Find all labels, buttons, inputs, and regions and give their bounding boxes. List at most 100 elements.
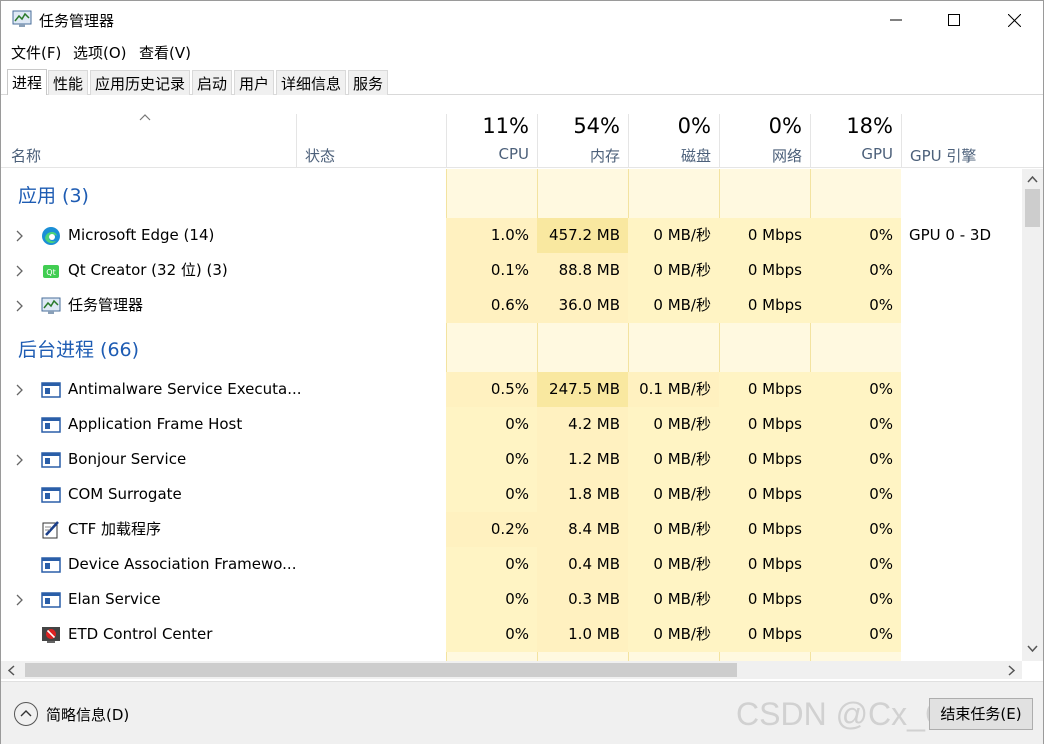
tab-app-history[interactable]: 应用历史记录	[90, 70, 191, 95]
process-row[interactable]: CTF 加载程序 0.2% 8.4 MB 0 MB/秒 0 Mbps 0%	[1, 512, 1021, 547]
scroll-right-icon[interactable]	[1008, 665, 1016, 676]
scroll-left-icon[interactable]	[7, 665, 15, 676]
task-manager-window: 任务管理器 文件(F) 选项(O) 查看(V) 进程 性能 应用历史记录 启动 …	[0, 0, 1044, 744]
cell-gpu: 0%	[810, 407, 901, 442]
cell-cpu: 0.6%	[446, 288, 537, 323]
cell-mem: 0.3 MB	[537, 582, 628, 617]
scroll-up-icon[interactable]	[1027, 175, 1038, 183]
header-gpu-engine[interactable]: GPU 引擎	[901, 114, 1022, 168]
cell-disk: 0 MB/秒	[628, 617, 719, 652]
column-header: 名称 状态 11% CPU 54% 内存 0% 磁盘 0% 网络 18% GPU…	[1, 96, 1043, 168]
cell-cpu: 0%	[446, 547, 537, 582]
fewer-details-label[interactable]: 简略信息(D)	[46, 704, 129, 725]
tab-performance[interactable]: 性能	[48, 70, 89, 95]
cell-net: 0 Mbps	[719, 477, 810, 512]
chevron-right-icon[interactable]	[14, 594, 24, 606]
ctf-pen-icon	[42, 521, 59, 539]
cell-gpu: 0%	[810, 442, 901, 477]
header-cpu[interactable]: 11% CPU	[446, 114, 537, 168]
process-name: Antimalware Service Executa...	[68, 380, 302, 398]
tab-users[interactable]: 用户	[234, 70, 275, 95]
tab-strip: 进程 性能 应用历史记录 启动 用户 详细信息 服务	[1, 69, 1043, 95]
group-header-background[interactable]: 后台进程 (66)	[1, 333, 1021, 368]
chevron-right-icon[interactable]	[14, 265, 24, 277]
cell-mem: 457.2 MB	[537, 218, 628, 253]
chevron-right-icon[interactable]	[14, 300, 24, 312]
tab-details[interactable]: 详细信息	[276, 70, 347, 95]
cell-gpu: 0%	[810, 477, 901, 512]
cell-disk: 0 MB/秒	[628, 407, 719, 442]
fewer-details-button[interactable]	[14, 702, 38, 726]
process-list: 应用 (3) Microsoft Edge (14) 1.0% 457.2 MB 0 …	[1, 169, 1021, 661]
cell-net: 0 Mbps	[719, 547, 810, 582]
cell-mem: 1.8 MB	[537, 477, 628, 512]
vertical-scroll-thumb[interactable]	[1025, 189, 1040, 227]
cell-disk: 0 MB/秒	[628, 477, 719, 512]
cell-cpu: 0%	[446, 477, 537, 512]
cell-gpu: 0%	[810, 512, 901, 547]
cell-gpu: 0%	[810, 547, 901, 582]
end-task-button[interactable]: 结束任务(E)	[929, 698, 1033, 730]
tab-startup[interactable]: 启动	[192, 70, 233, 95]
process-row[interactable]: 任务管理器 0.6% 36.0 MB 0 MB/秒 0 Mbps 0%	[1, 288, 1021, 323]
cell-net: 0 Mbps	[719, 253, 810, 288]
group-header-apps[interactable]: 应用 (3)	[1, 179, 1021, 214]
horizontal-scroll-thumb[interactable]	[25, 663, 737, 677]
menu-view[interactable]: 查看(V)	[139, 42, 191, 63]
maximize-icon	[948, 14, 960, 26]
process-row[interactable]: Elan Service 0% 0.3 MB 0 MB/秒 0 Mbps 0%	[1, 582, 1021, 617]
horizontal-scrollbar[interactable]	[1, 661, 1022, 679]
maximize-button[interactable]	[925, 1, 983, 39]
process-row[interactable]: Application Frame Host 0% 4.2 MB 0 MB/秒 0 Mb…	[1, 407, 1021, 442]
process-row[interactable]: Qt Qt Creator (32 位) (3) 0.1% 88.8 MB 0 MB/秒…	[1, 253, 1021, 288]
process-row[interactable]: Bonjour Service 0% 1.2 MB 0 MB/秒 0 Mbps 0%	[1, 442, 1021, 477]
process-name: Device Association Framewo...	[68, 555, 297, 573]
cell-net: 0 Mbps	[719, 582, 810, 617]
menu-file[interactable]: 文件(F)	[11, 42, 61, 63]
process-row[interactable]: ETD Control Center 0% 1.0 MB 0 MB/秒 0 Mbps 0%	[1, 617, 1021, 652]
cell-cpu: 0%	[446, 617, 537, 652]
title-bar[interactable]: 任务管理器	[1, 1, 1043, 39]
task-manager-icon	[12, 10, 32, 27]
scroll-down-icon[interactable]	[1027, 645, 1038, 653]
vertical-scrollbar[interactable]	[1022, 169, 1043, 661]
cell-net: 0 Mbps	[719, 512, 810, 547]
cell-cpu: 0%	[446, 582, 537, 617]
header-name[interactable]: 名称	[1, 114, 296, 168]
close-button[interactable]	[985, 1, 1043, 39]
tab-services[interactable]: 服务	[348, 70, 389, 95]
chevron-right-icon[interactable]	[14, 454, 24, 466]
service-window-icon	[41, 592, 61, 608]
chevron-right-icon[interactable]	[14, 384, 24, 396]
menu-options[interactable]: 选项(O)	[73, 42, 127, 63]
process-row[interactable]: COM Surrogate 0% 1.8 MB 0 MB/秒 0 Mbps 0%	[1, 477, 1021, 512]
etd-icon	[42, 627, 60, 643]
cell-gpu-engine	[909, 288, 1021, 323]
cell-mem: 247.5 MB	[537, 372, 628, 407]
cell-mem: 1.0 MB	[537, 617, 628, 652]
process-name: Bonjour Service	[68, 450, 187, 468]
process-name: Microsoft Edge (14)	[68, 226, 215, 244]
process-name: 任务管理器	[68, 296, 144, 314]
disk-total-percent: 0%	[677, 114, 711, 138]
header-network[interactable]: 0% 网络	[719, 114, 810, 168]
header-disk[interactable]: 0% 磁盘	[628, 114, 719, 168]
process-name: Qt Creator (32 位) (3)	[68, 261, 228, 279]
process-row[interactable]: Device Association Framewo... 0% 0.4 MB 0 M…	[1, 547, 1021, 582]
header-status[interactable]: 状态	[296, 114, 446, 168]
cell-gpu-engine	[909, 253, 1021, 288]
cell-disk: 0.1 MB/秒	[628, 372, 719, 407]
header-gpu[interactable]: 18% GPU	[810, 114, 901, 168]
service-window-icon	[41, 452, 61, 468]
process-row[interactable]: Antimalware Service Executa... 0.5% 247.5 …	[1, 372, 1021, 407]
close-icon	[1007, 13, 1021, 27]
cell-gpu: 0%	[810, 372, 901, 407]
cell-disk: 0 MB/秒	[628, 547, 719, 582]
chevron-right-icon[interactable]	[14, 230, 24, 242]
header-memory[interactable]: 54% 内存	[537, 114, 628, 168]
cell-mem: 4.2 MB	[537, 407, 628, 442]
minimize-button[interactable]	[867, 1, 925, 39]
cell-mem: 88.8 MB	[537, 253, 628, 288]
process-row[interactable]: Microsoft Edge (14) 1.0% 457.2 MB 0 MB/秒 0 M…	[1, 218, 1021, 253]
tab-processes[interactable]: 进程	[7, 69, 48, 95]
